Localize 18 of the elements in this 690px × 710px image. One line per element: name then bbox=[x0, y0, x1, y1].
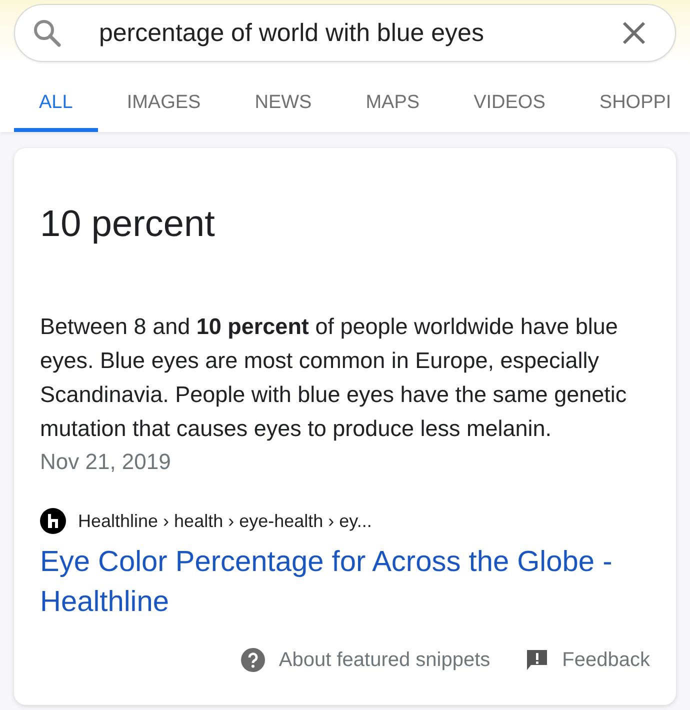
tab[interactable]: NEWS bbox=[230, 80, 337, 132]
snippet-text: Between 8 and 10 percent of people worldwide have blue eyes. Blue eyes are most common in Europe, especially Scandinavia. People with blue eyes have the same genetic mutation that causes eyes to produce less melanin. bbox=[40, 313, 628, 443]
snippet-date: Nov 21, 2019 bbox=[40, 448, 172, 476]
help-icon bbox=[240, 648, 265, 672]
site-logo-icon bbox=[40, 508, 66, 534]
tab[interactable]: ALL bbox=[14, 80, 98, 132]
about-featured-snippets-link[interactable]: About featured snippets bbox=[240, 648, 490, 672]
result-link[interactable]: Eye Color Percentage for Across the Globe - Healthline bbox=[40, 542, 650, 622]
tab[interactable]: IMAGES bbox=[102, 80, 226, 132]
tab[interactable]: MAPS bbox=[340, 80, 445, 132]
feedback-button[interactable]: Feedback bbox=[526, 648, 650, 672]
close-icon[interactable] bbox=[622, 21, 646, 45]
answer-heading: 10 percent bbox=[40, 202, 216, 246]
tab[interactable]: SHOPPI bbox=[574, 80, 690, 132]
tab[interactable]: VIDEOS bbox=[448, 80, 570, 132]
feedback-icon bbox=[526, 649, 548, 671]
search-field[interactable]: percentage of world with blue eyes bbox=[14, 4, 676, 62]
source-breadcrumb: Healthline › health › eye-health › ey... bbox=[78, 510, 372, 532]
